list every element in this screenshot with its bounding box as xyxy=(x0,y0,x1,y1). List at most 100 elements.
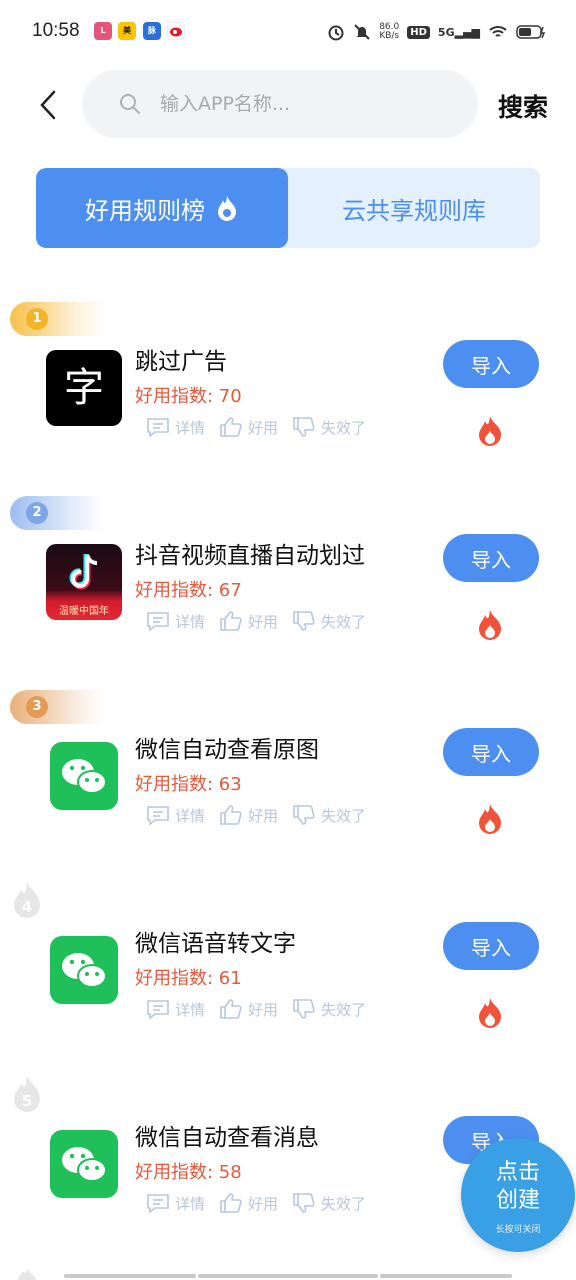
import-button[interactable]: 导入 xyxy=(443,340,539,388)
thumbs-down-button[interactable]: 失效了 xyxy=(292,416,366,438)
detail-button[interactable]: 详情 xyxy=(146,416,205,438)
back-icon[interactable] xyxy=(36,88,66,122)
divider xyxy=(64,1274,196,1278)
thumbs-up-icon xyxy=(220,999,242,1019)
detail-button[interactable]: 详情 xyxy=(146,1192,205,1214)
wechat-app-icon xyxy=(50,742,118,810)
thumbs-down-icon xyxy=(293,611,315,631)
fire-icon xyxy=(479,804,501,834)
flame-icon xyxy=(218,196,236,221)
thumbs-up-button[interactable]: 好用 xyxy=(219,804,278,826)
rule-actions: 详情 好用 失效了 xyxy=(146,1192,366,1214)
alarm-icon xyxy=(328,25,344,41)
lala-app-icon: L xyxy=(94,22,112,40)
thumbs-up-button[interactable]: 好用 xyxy=(219,416,278,438)
thumbs-down-icon xyxy=(293,1193,315,1213)
thumbs-down-button[interactable]: 失效了 xyxy=(292,804,366,826)
detail-icon xyxy=(147,418,169,438)
thumbs-down-button[interactable]: 失效了 xyxy=(292,1192,366,1214)
rule-score: 好用指数: 58 xyxy=(135,1162,242,1183)
rank-badge: 1 xyxy=(10,302,104,336)
search-box[interactable] xyxy=(82,70,478,138)
list-item: 3 微信自动查看原图 好用指数: 63 详情 好用 失效了 导入 xyxy=(0,690,576,884)
fire-icon xyxy=(479,416,501,446)
fire-icon xyxy=(479,610,501,640)
hd-badge: HD xyxy=(407,25,430,39)
meituan-app-icon: 美 xyxy=(118,22,136,40)
wechat-app-icon xyxy=(50,1130,118,1198)
thumbs-up-icon xyxy=(220,1193,242,1213)
rule-actions: 详情 好用 失效了 xyxy=(146,610,366,632)
rank-number: 5 xyxy=(22,1092,32,1110)
fire-icon xyxy=(479,998,501,1028)
rank-badge: 2 xyxy=(10,496,104,530)
list-item: 2 温暖中国年 抖音视频直播自动划过 好用指数: 67 详情 好用 失效了 导入 xyxy=(0,496,576,690)
rank-badge: 3 xyxy=(10,690,104,724)
rank-number: 3 xyxy=(26,696,48,718)
mute-icon xyxy=(354,24,370,40)
detail-button[interactable]: 详情 xyxy=(146,610,205,632)
create-line2: 创建 xyxy=(495,1188,540,1213)
rule-title: 抖音视频直播自动划过 xyxy=(135,543,365,569)
thumbs-down-icon xyxy=(293,417,315,437)
rank-badge-partial xyxy=(18,1268,36,1280)
thumbs-down-button[interactable]: 失效了 xyxy=(292,998,366,1020)
import-button[interactable]: 导入 xyxy=(443,534,539,582)
detail-button[interactable]: 详情 xyxy=(146,998,205,1020)
create-floating-button[interactable]: 点击 创建 长按可关闭 xyxy=(461,1138,575,1252)
status-icons: 86.0 KB/s HD 5G▂▄▆ xyxy=(327,22,546,42)
create-hint: 长按可关闭 xyxy=(495,1225,541,1235)
rank-number: 4 xyxy=(22,898,32,916)
rule-title: 跳过广告 xyxy=(135,349,227,375)
battery-icon xyxy=(516,25,546,39)
thumbs-up-button[interactable]: 好用 xyxy=(219,1192,278,1214)
douyin-caption: 温暖中国年 xyxy=(59,606,109,617)
divider xyxy=(380,1274,512,1278)
import-button[interactable]: 导入 xyxy=(443,728,539,776)
thumbs-down-icon xyxy=(293,999,315,1019)
thumbs-up-button[interactable]: 好用 xyxy=(219,998,278,1020)
rule-score: 好用指数: 70 xyxy=(135,386,242,407)
detail-button[interactable]: 详情 xyxy=(146,804,205,826)
tab-good-rules[interactable]: 好用规则榜 xyxy=(36,168,288,248)
tab-cloud-rules[interactable]: 云共享规则库 xyxy=(288,168,540,248)
detail-icon xyxy=(147,612,169,632)
weibo-app-icon xyxy=(167,22,185,40)
search-icon xyxy=(120,94,140,114)
rank-number: 2 xyxy=(26,502,48,524)
rank-badge: 4 xyxy=(14,882,40,918)
rule-title: 微信语音转文字 xyxy=(135,931,296,957)
rank-badge: 5 xyxy=(14,1076,40,1112)
thumbs-up-icon xyxy=(220,805,242,825)
thumbs-down-icon xyxy=(293,805,315,825)
zi-app-icon: 字 xyxy=(46,350,122,426)
search-input[interactable] xyxy=(160,84,460,124)
maimai-app-icon: 脉 xyxy=(143,22,161,40)
list-item: 1 字 跳过广告 好用指数: 70 详情 好用 失效了 导入 xyxy=(0,302,576,496)
rule-actions: 详情 好用 失效了 xyxy=(146,804,366,826)
rule-score: 好用指数: 67 xyxy=(135,580,242,601)
import-button[interactable]: 导入 xyxy=(443,922,539,970)
wechat-app-icon xyxy=(50,936,118,1004)
detail-icon xyxy=(147,1000,169,1020)
status-bar: 10:58 L 美 脉 86.0 KB/s HD 5G▂▄▆ xyxy=(0,0,576,64)
rule-actions: 详情 好用 失效了 xyxy=(146,998,366,1020)
tab-good-rules-label: 好用规则榜 xyxy=(85,196,205,225)
thumbs-up-button[interactable]: 好用 xyxy=(219,610,278,632)
rule-score: 好用指数: 61 xyxy=(135,968,242,989)
detail-icon xyxy=(147,806,169,826)
thumbs-down-button[interactable]: 失效了 xyxy=(292,610,366,632)
thumbs-up-icon xyxy=(220,417,242,437)
douyin-app-icon: 温暖中国年 xyxy=(46,544,122,620)
list-item: 4 微信语音转文字 好用指数: 61 详情 好用 失效了 导入 xyxy=(0,882,576,1078)
rank-number: 1 xyxy=(26,308,48,330)
rule-actions: 详情 好用 失效了 xyxy=(146,416,366,438)
wifi-icon xyxy=(489,26,507,37)
rule-title: 微信自动查看原图 xyxy=(135,737,319,763)
detail-icon xyxy=(147,1194,169,1214)
network-speed: 86.0 KB/s xyxy=(379,22,400,41)
search-button[interactable]: 搜索 xyxy=(498,88,548,124)
create-line1: 点击 xyxy=(495,1160,540,1185)
divider xyxy=(198,1274,378,1278)
thumbs-up-icon xyxy=(220,611,242,631)
